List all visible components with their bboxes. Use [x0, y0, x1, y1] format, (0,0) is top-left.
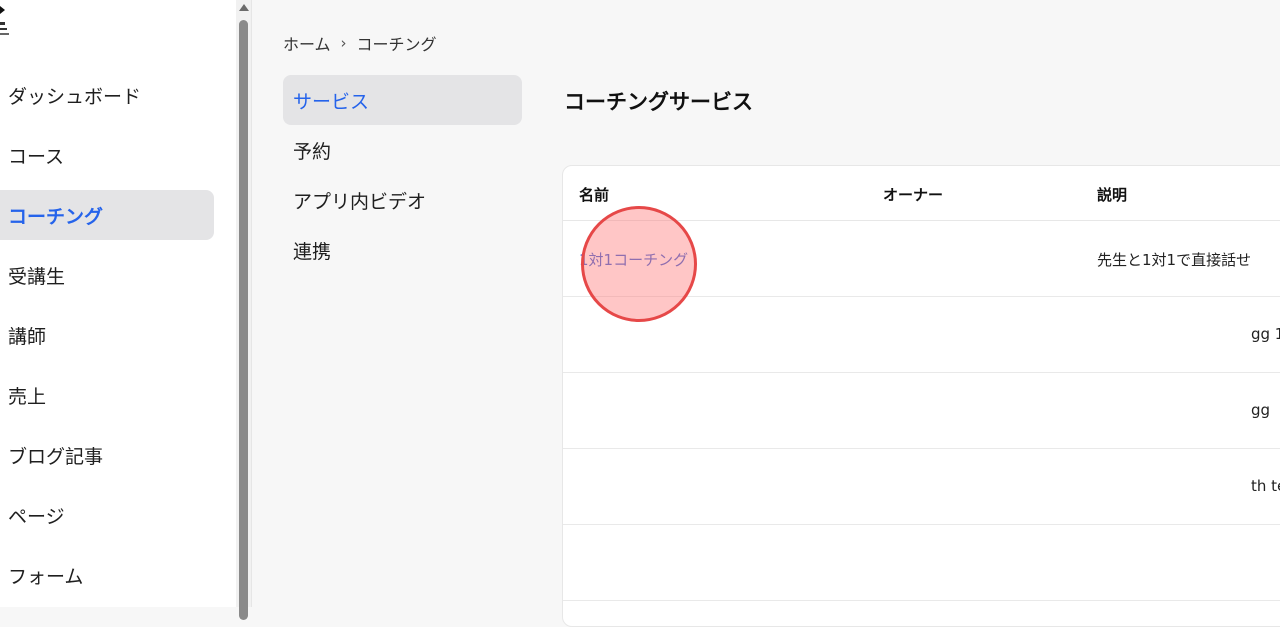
- sidebar-item-label: コース: [8, 145, 65, 168]
- subnav-item-label: 連携: [293, 240, 332, 263]
- table-row[interactable]: gg: [563, 373, 1280, 449]
- sidebar-item-label: ブログ記事: [8, 445, 104, 468]
- subnav-item-services[interactable]: サービス: [283, 75, 522, 125]
- sidebar-item-sales[interactable]: 売上: [0, 370, 214, 420]
- sidebar-item-label: ダッシュボード: [8, 85, 142, 108]
- breadcrumb-home-link[interactable]: ホーム: [283, 31, 331, 55]
- sidebar-item-label: 受講生: [8, 265, 66, 288]
- sidebar-item-instructors[interactable]: 講師: [0, 310, 214, 360]
- subnav-item-label: 予約: [293, 140, 332, 163]
- subnav-item-label: サービス: [293, 90, 370, 113]
- sidebar-item-students[interactable]: 受講生: [0, 250, 214, 300]
- service-name-link[interactable]: 1対1コーチング: [579, 249, 688, 270]
- subnav-item-bookings[interactable]: 予約: [283, 125, 522, 175]
- subnav-item-integrations[interactable]: 連携: [283, 225, 522, 275]
- sidebar-scrollbar[interactable]: [236, 0, 252, 620]
- column-header-description[interactable]: 説明: [1097, 184, 1127, 205]
- sidebar-item-label: ページ: [8, 505, 65, 528]
- chevron-right-icon: ›: [340, 34, 347, 52]
- table-row[interactable]: th te: [563, 449, 1280, 525]
- table-row[interactable]: [563, 525, 1280, 601]
- sidebar: ダッシュボード コース コーチング 受講生 講師 売上 ブログ記事 ページ フォ…: [0, 0, 236, 607]
- column-header-name[interactable]: 名前: [579, 184, 609, 205]
- brand-logo-icon[interactable]: [0, 2, 14, 42]
- column-header-owner[interactable]: オーナー: [883, 184, 943, 205]
- scrollbar-thumb[interactable]: [239, 20, 248, 620]
- sidebar-item-dashboard[interactable]: ダッシュボード: [0, 70, 214, 120]
- service-description: th te: [1251, 477, 1280, 495]
- sidebar-item-pages[interactable]: ページ: [0, 490, 214, 540]
- subnav-item-in-app-video[interactable]: アプリ内ビデオ: [283, 175, 522, 225]
- sidebar-item-label: コーチング: [8, 205, 104, 228]
- service-description: gg: [1251, 401, 1271, 419]
- breadcrumb-current: コーチング: [356, 35, 437, 54]
- table-row[interactable]: gg 1: [563, 297, 1280, 373]
- sidebar-item-label: 売上: [8, 385, 47, 408]
- sidebar-item-label: フォーム: [8, 565, 84, 588]
- service-description: 先生と1対1で直接話せ: [1097, 251, 1252, 269]
- sidebar-item-label: 講師: [8, 325, 47, 348]
- service-description: gg 1: [1251, 325, 1280, 343]
- table-row[interactable]: 1対1コーチング 先生と1対1で直接話せ: [563, 221, 1280, 297]
- table-header: 名前 オーナー 説明: [563, 166, 1280, 221]
- breadcrumb: ホーム › コーチング: [283, 31, 437, 55]
- services-table: 名前 オーナー 説明 1対1コーチング 先生と1対1で直接話せ gg 1 gg …: [562, 165, 1280, 627]
- sidebar-item-courses[interactable]: コース: [0, 130, 214, 180]
- subnav-item-label: アプリ内ビデオ: [293, 190, 427, 213]
- page-title: コーチングサービス: [564, 90, 753, 114]
- sidebar-item-forms[interactable]: フォーム: [0, 550, 214, 600]
- sidebar-item-blog-posts[interactable]: ブログ記事: [0, 430, 214, 480]
- sidebar-item-coaching[interactable]: コーチング: [0, 190, 214, 240]
- scroll-up-arrow-icon[interactable]: [239, 4, 249, 11]
